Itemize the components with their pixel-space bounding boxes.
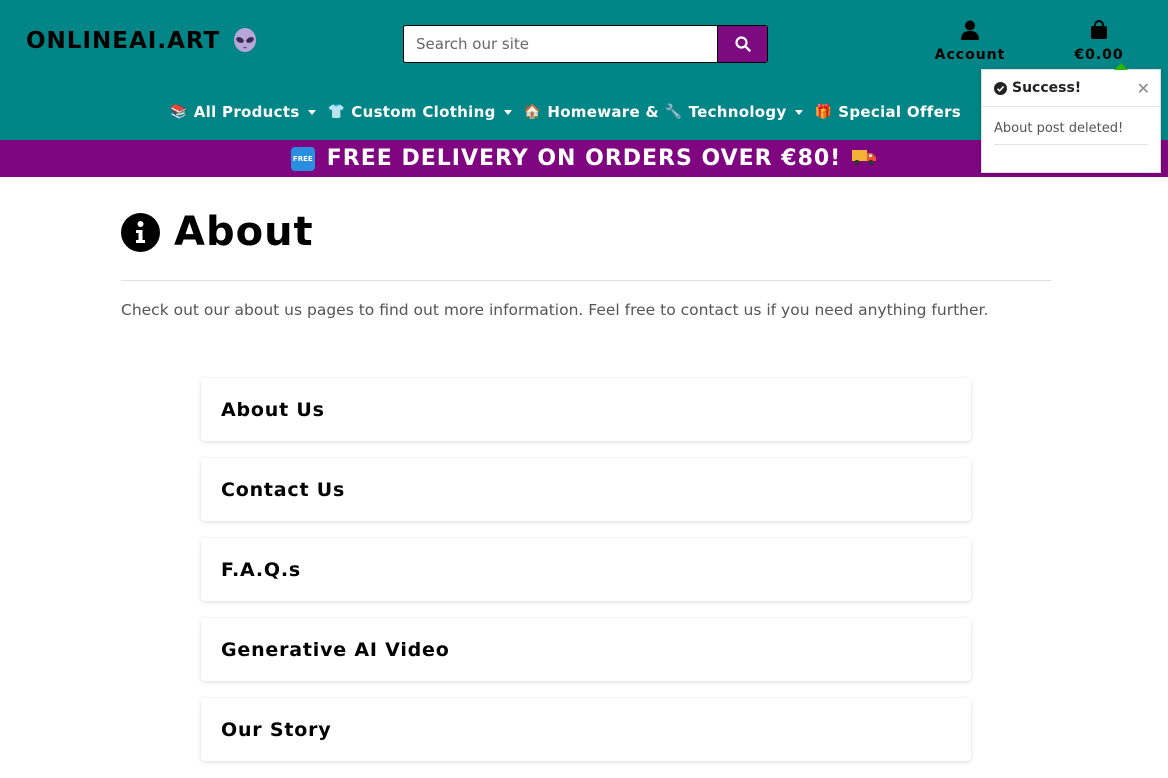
alien-icon	[232, 28, 258, 54]
card-label: Contact Us	[221, 478, 346, 501]
search-form	[403, 25, 768, 63]
main-content: About Check out our about us pages to fi…	[121, 205, 1051, 322]
nav-item-label: Homeware &	[547, 103, 659, 121]
search-input[interactable]	[404, 26, 717, 62]
toast-message: About post deleted!	[994, 121, 1148, 145]
brand-logo-link[interactable]: ONLINEAI.ART	[26, 28, 258, 54]
card-label: Generative AI Video	[221, 638, 450, 661]
card-contact-us[interactable]: Contact Us	[201, 458, 971, 521]
check-circle-icon	[994, 81, 1007, 95]
main-nav: 📚 All Products 👕 Custom Clothing 🏠 Homew…	[170, 99, 973, 125]
close-icon[interactable]: ✕	[1137, 79, 1150, 98]
gift-icon: 🎁	[814, 104, 833, 120]
about-pages-list: About Us Contact Us F.A.Q.s Generative A…	[201, 378, 971, 778]
card-about-us[interactable]: About Us	[201, 378, 971, 441]
toast-body: About post deleted!	[982, 107, 1160, 145]
page-title: About	[121, 205, 1051, 259]
user-icon	[961, 20, 979, 40]
divider	[121, 280, 1051, 281]
cart-link[interactable]: €0.00	[1064, 20, 1134, 63]
intro-text: Check out our about us pages to find out…	[121, 301, 989, 319]
page-title-text: About	[174, 209, 314, 255]
nav-item-label: Special Offers	[838, 103, 962, 121]
caret-down-icon	[794, 109, 803, 115]
card-label: Our Story	[221, 718, 332, 741]
nav-item-label: Custom Clothing	[351, 103, 496, 121]
brand-name: ONLINEAI.ART	[26, 28, 221, 54]
nav-item-label: Technology	[688, 103, 787, 121]
toast-title: Success!	[1012, 80, 1082, 96]
wrench-icon: 🔧	[664, 104, 683, 120]
account-link[interactable]: Account	[930, 20, 1010, 63]
card-generative-ai-video[interactable]: Generative AI Video	[201, 618, 971, 681]
nav-item-custom-clothing[interactable]: 👕 Custom Clothing	[328, 103, 512, 121]
shopping-bag-icon	[1091, 20, 1107, 39]
free-badge-icon: FREE	[290, 146, 315, 171]
house-icon: 🏠	[523, 104, 542, 120]
info-circle-icon	[121, 212, 160, 252]
toast-arrow	[1114, 63, 1128, 70]
search-icon	[734, 36, 751, 52]
caret-down-icon	[503, 109, 512, 115]
caret-down-icon	[307, 109, 316, 115]
nav-item-special-offers[interactable]: 🎁 Special Offers	[815, 103, 961, 121]
card-label: About Us	[221, 398, 325, 421]
card-label: F.A.Q.s	[221, 558, 301, 581]
toast-header: Success!	[982, 70, 1160, 107]
tshirt-icon: 👕	[327, 104, 346, 120]
delivery-truck-icon	[851, 147, 877, 171]
account-label: Account	[934, 47, 1006, 63]
books-icon: 📚	[170, 104, 188, 120]
card-faqs[interactable]: F.A.Q.s	[201, 538, 971, 601]
nav-item-all-products[interactable]: 📚 All Products	[170, 103, 316, 121]
success-toast: Success! ✕ About post deleted!	[981, 63, 1161, 173]
promo-text: FREE DELIVERY ON ORDERS OVER €80!	[326, 146, 842, 171]
search-button[interactable]	[717, 26, 767, 62]
cart-total: €0.00	[1074, 47, 1124, 63]
nav-item-label: All Products	[193, 103, 300, 121]
card-our-story[interactable]: Our Story	[201, 698, 971, 761]
nav-item-homeware-technology[interactable]: 🏠 Homeware & 🔧 Technology	[524, 103, 803, 121]
